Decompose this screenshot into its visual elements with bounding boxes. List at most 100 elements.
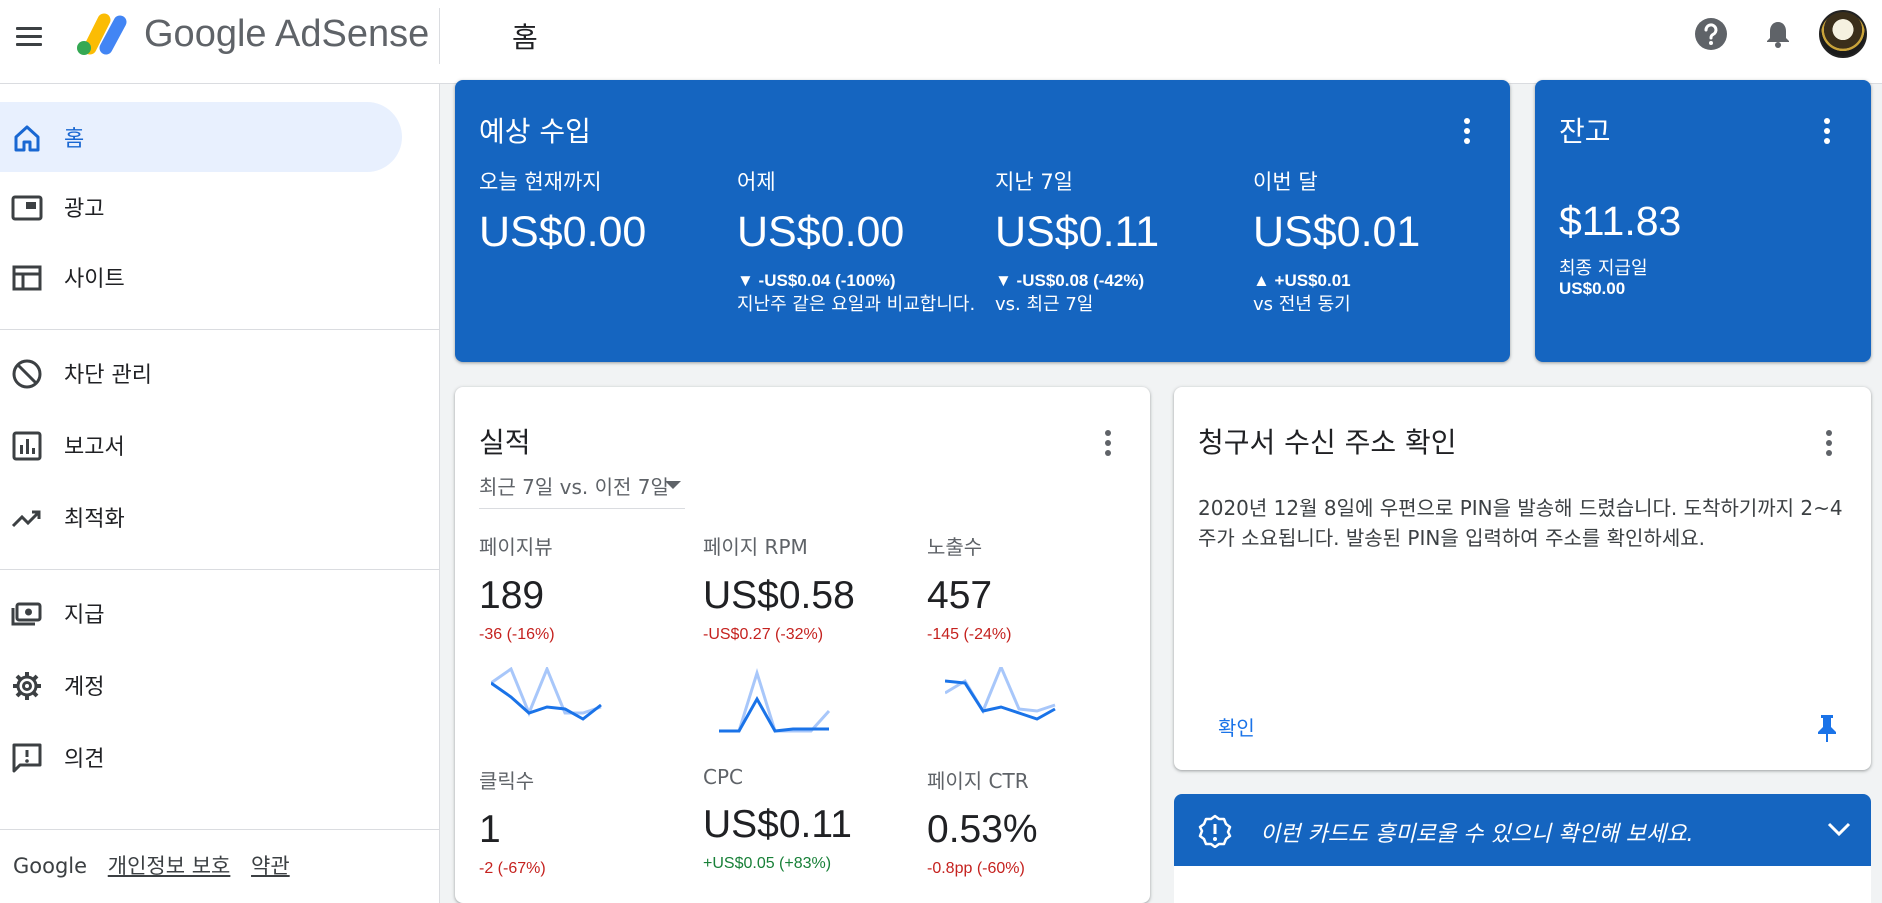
- sidebar-divider: [0, 829, 440, 830]
- metric-value: 0.53%: [927, 808, 1038, 851]
- performance-card: 실적 최근 7일 vs. 이전 7일 페이지뷰 189 -36 (-16%) 페…: [455, 387, 1150, 903]
- metric-delta: -0.8pp (-60%): [927, 860, 1025, 877]
- metric-delta: -2 (-67%): [479, 860, 546, 877]
- alert-badge-icon: [1198, 814, 1232, 848]
- sidebar-divider: [0, 329, 440, 330]
- privacy-link[interactable]: 개인정보 보호: [108, 854, 231, 878]
- earnings-label: 오늘 현재까지: [479, 170, 602, 194]
- account-avatar[interactable]: [1819, 10, 1867, 58]
- earnings-label: 어제: [737, 170, 776, 194]
- metric-page-rpm[interactable]: 페이지 RPM US$0.58 -US$0.27 (-32%): [703, 531, 903, 644]
- metric-value: 1: [479, 808, 501, 851]
- sidebar-item-label: 홈: [64, 127, 85, 152]
- page-title: 홈: [512, 21, 538, 54]
- more-vert-icon[interactable]: [1463, 116, 1471, 146]
- metric-label: CPC: [703, 765, 743, 789]
- earnings-delta: ▼ -US$0.04 (-100%): [737, 271, 896, 290]
- earnings-note: vs 전년 동기: [1253, 294, 1351, 315]
- sidebar-item-label: 의견: [64, 747, 105, 772]
- more-vert-icon[interactable]: [1823, 116, 1831, 146]
- brand-name: Google AdSense: [144, 13, 430, 55]
- metric-delta: -US$0.27 (-32%): [703, 626, 824, 643]
- metric-cpc[interactable]: CPC US$0.11 +US$0.05 (+83%): [703, 765, 903, 873]
- earnings-delta: ▼ -US$0.08 (-42%): [995, 271, 1145, 290]
- card-title: 실적: [479, 426, 531, 459]
- reports-icon: [12, 431, 42, 461]
- metric-value: US$0.11: [703, 803, 852, 846]
- payments-icon: [11, 602, 42, 626]
- notifications-bell-icon[interactable]: [1762, 18, 1794, 50]
- sidebar-item-label: 사이트: [64, 267, 125, 292]
- help-icon[interactable]: [1694, 17, 1728, 51]
- sparkline-impressions: [945, 667, 1056, 721]
- card-title: 예상 수입: [479, 115, 591, 148]
- pin-icon[interactable]: [1814, 713, 1840, 743]
- card-title: 잔고: [1559, 115, 1611, 148]
- metric-label: 노출수: [927, 535, 983, 559]
- estimated-earnings-card: 예상 수입 오늘 현재까지 US$0.00 어제 US$0.00 ▼ -US$0…: [455, 80, 1510, 362]
- metric-label: 클릭수: [479, 769, 535, 793]
- billing-address-card: 청구서 수신 주소 확인 2020년 12월 8일에 우편으로 PIN을 발송해…: [1174, 387, 1871, 770]
- date-range-label: 최근 7일 vs. 이전 7일: [479, 475, 669, 499]
- last-payment-amount: US$0.00: [1559, 279, 1626, 298]
- earnings-today: 오늘 현재까지 US$0.00: [479, 166, 719, 257]
- sidebar-item-optimization[interactable]: 최적화: [0, 482, 402, 552]
- home-icon: [14, 125, 40, 152]
- earnings-label: 이번 달: [1253, 170, 1318, 194]
- trending-up-icon: [11, 510, 41, 528]
- sparkline-page-rpm: [719, 667, 831, 733]
- earnings-value: US$0.11: [995, 208, 1160, 256]
- sidebar-item-label: 광고: [64, 197, 105, 222]
- terms-link[interactable]: 약관: [251, 854, 290, 878]
- footer-google-label: Google: [13, 854, 88, 878]
- banner-text: 이런 카드도 흥미로울 수 있으니 확인해 보세요.: [1260, 822, 1694, 847]
- date-range-dropdown[interactable]: 최근 7일 vs. 이전 7일: [479, 471, 685, 509]
- sidebar-item-payments[interactable]: 지급: [0, 578, 402, 648]
- sites-icon: [12, 265, 42, 291]
- metric-value: US$0.58: [703, 574, 855, 617]
- dropdown-arrow-icon: [665, 481, 681, 489]
- top-app-bar: Google AdSense 홈: [0, 0, 1882, 84]
- earnings-yesterday: 어제 US$0.00 ▼ -US$0.04 (-100%) 지난주 같은 요일과…: [737, 166, 977, 316]
- sidebar-item-feedback[interactable]: 의견: [0, 722, 402, 792]
- sidebar-item-label: 차단 관리: [64, 363, 152, 388]
- sidebar-divider: [0, 569, 440, 570]
- sidebar-item-account[interactable]: 계정: [0, 650, 402, 720]
- metric-label: 페이지 CTR: [927, 769, 1029, 793]
- sidebar-item-blocking[interactable]: 차단 관리: [0, 338, 402, 408]
- sidebar: 홈 광고 사이트 차단 관리 보고서 최적화 지급 계정 의견 Google 개…: [0, 84, 440, 903]
- billing-message: 2020년 12월 8일에 우편으로 PIN을 발송해 드렸습니다. 도착하기까…: [1198, 496, 1843, 550]
- card-title: 청구서 수신 주소 확인: [1198, 426, 1457, 459]
- sidebar-item-label: 계정: [64, 675, 105, 700]
- metric-impressions[interactable]: 노출수 457 -145 (-24%): [927, 531, 1127, 644]
- last-payment-label: 최종 지급일: [1559, 258, 1648, 279]
- metric-page-ctr[interactable]: 페이지 CTR 0.53% -0.8pp (-60%): [927, 765, 1127, 878]
- metric-pageviews[interactable]: 페이지뷰 189 -36 (-16%): [479, 531, 679, 644]
- more-vert-icon[interactable]: [1825, 428, 1833, 458]
- chevron-down-icon[interactable]: [1826, 818, 1852, 840]
- earnings-value: US$0.00: [479, 208, 647, 256]
- sidebar-item-reports[interactable]: 보고서: [0, 410, 402, 480]
- block-icon: [12, 359, 42, 389]
- adsense-logo-icon: [77, 13, 127, 55]
- earnings-delta: ▲ +US$0.01: [1253, 271, 1351, 290]
- metric-clicks[interactable]: 클릭수 1 -2 (-67%): [479, 765, 679, 878]
- earnings-this-month: 이번 달 US$0.01 ▲ +US$0.01 vs 전년 동기: [1253, 166, 1493, 316]
- sidebar-item-home[interactable]: 홈: [0, 102, 402, 172]
- sidebar-item-ads[interactable]: 광고: [0, 172, 402, 242]
- sidebar-item-sites[interactable]: 사이트: [0, 242, 402, 312]
- sidebar-footer: Google 개인정보 보호 약관: [13, 850, 304, 880]
- metric-value: 457: [927, 574, 993, 617]
- metric-value: 189: [479, 574, 545, 617]
- earnings-note: vs. 최근 7일: [995, 294, 1094, 315]
- balance-value: $11.83: [1559, 198, 1682, 244]
- confirm-button[interactable]: 확인: [1218, 712, 1255, 741]
- earnings-label: 지난 7일: [995, 170, 1073, 194]
- earnings-last-7-days: 지난 7일 US$0.11 ▼ -US$0.08 (-42%) vs. 최근 7…: [995, 166, 1235, 316]
- more-vert-icon[interactable]: [1104, 428, 1112, 458]
- menu-icon[interactable]: [12, 20, 46, 54]
- gear-icon: [13, 672, 41, 700]
- sidebar-item-label: 최적화: [64, 507, 125, 532]
- topbar-divider: [439, 8, 440, 64]
- suggestion-banner[interactable]: 이런 카드도 흥미로울 수 있으니 확인해 보세요.: [1174, 794, 1871, 866]
